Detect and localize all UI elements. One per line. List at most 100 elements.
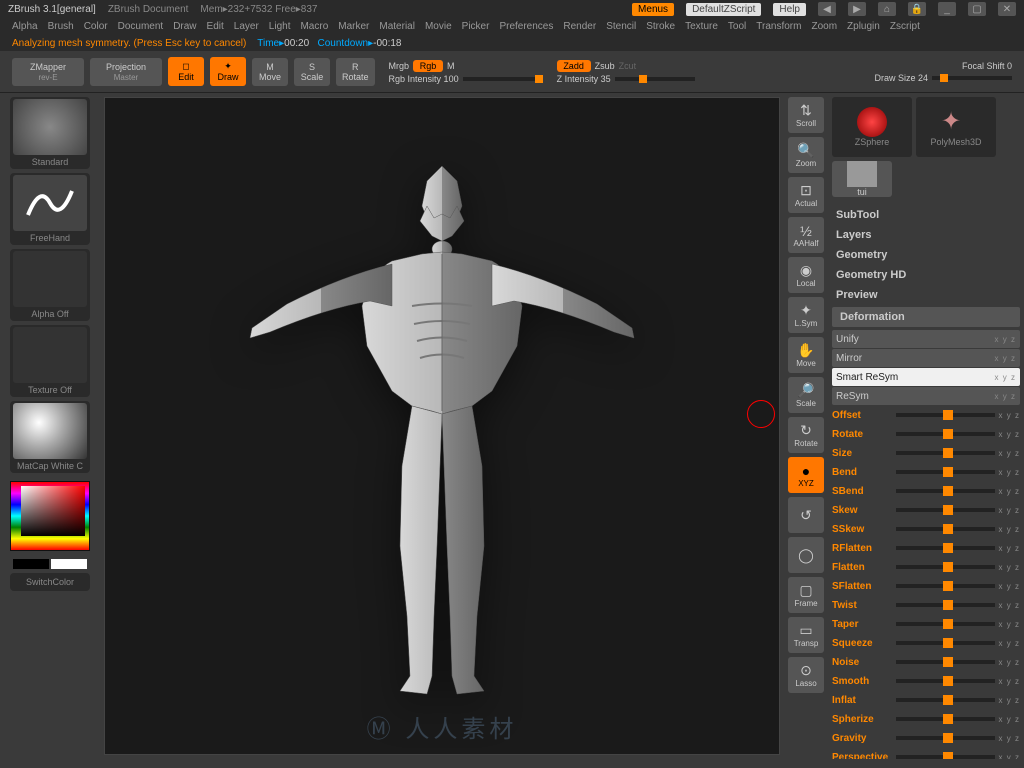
section-preview[interactable]: Preview: [828, 285, 1024, 305]
def-slider-flatten[interactable]: Flattenx y z: [832, 558, 1020, 576]
menu-transform[interactable]: Transform: [756, 21, 801, 32]
viewport-xyz-button[interactable]: ●XYZ: [788, 457, 824, 493]
def-mirror[interactable]: Mirrorx y z: [832, 349, 1020, 367]
menu-preferences[interactable]: Preferences: [499, 21, 553, 32]
section-geometry[interactable]: Geometry: [828, 245, 1024, 265]
z-intensity-slider[interactable]: [615, 77, 695, 81]
menu-layer[interactable]: Layer: [234, 21, 259, 32]
viewport-scroll-button[interactable]: ⇅Scroll: [788, 97, 824, 133]
def-slider-inflat[interactable]: Inflatx y z: [832, 691, 1020, 709]
menu-draw[interactable]: Draw: [173, 21, 196, 32]
section-deformation[interactable]: Deformation: [832, 307, 1020, 327]
def-slider-squeeze[interactable]: Squeezex y z: [832, 634, 1020, 652]
color-picker[interactable]: [10, 481, 90, 551]
menu-texture[interactable]: Texture: [685, 21, 718, 32]
menus-button[interactable]: Menus: [632, 3, 674, 16]
prev-layout-icon[interactable]: ◀: [818, 2, 836, 16]
def-slider-size[interactable]: Sizex y z: [832, 444, 1020, 462]
def-slider-taper[interactable]: Taperx y z: [832, 615, 1020, 633]
zsub-toggle[interactable]: Zsub: [595, 61, 615, 71]
menu-stencil[interactable]: Stencil: [606, 21, 636, 32]
menu-color[interactable]: Color: [84, 21, 108, 32]
minimize-icon[interactable]: _: [938, 2, 956, 16]
mrgb-toggle[interactable]: Mrgb: [389, 61, 410, 71]
alpha-slot[interactable]: Alpha Off: [10, 249, 90, 321]
menu-brush[interactable]: Brush: [48, 21, 74, 32]
maximize-icon[interactable]: ▢: [968, 2, 986, 16]
move-button[interactable]: MMove: [252, 58, 288, 86]
zadd-toggle[interactable]: Zadd: [557, 60, 591, 72]
draw-button[interactable]: ✦Draw: [210, 57, 246, 86]
menu-zoom[interactable]: Zoom: [811, 21, 837, 32]
projection-master-button[interactable]: ProjectionMaster: [90, 58, 162, 86]
viewport-lasso-button[interactable]: ⊙Lasso: [788, 657, 824, 693]
viewport-move-button[interactable]: ✋Move: [788, 337, 824, 373]
viewport[interactable]: Ⓜ 人人素材: [104, 97, 780, 755]
menu-render[interactable]: Render: [563, 21, 596, 32]
rgb-toggle[interactable]: Rgb: [413, 60, 443, 72]
lock-icon[interactable]: 🔒: [908, 2, 926, 16]
draw-size-slider[interactable]: [932, 76, 1012, 80]
def-slider-offset[interactable]: Offsetx y z: [832, 406, 1020, 424]
next-layout-icon[interactable]: ▶: [848, 2, 866, 16]
help-button[interactable]: Help: [773, 3, 806, 16]
section-layers[interactable]: Layers: [828, 225, 1024, 245]
menu-macro[interactable]: Macro: [300, 21, 328, 32]
def-slider-perspective[interactable]: Perspectivex y z: [832, 748, 1020, 759]
def-slider-sskew[interactable]: SSkewx y z: [832, 520, 1020, 538]
viewport-rotate-button[interactable]: ↻Rotate: [788, 417, 824, 453]
def-slider-noise[interactable]: Noisex y z: [832, 653, 1020, 671]
zcut-toggle[interactable]: Zcut: [619, 61, 637, 71]
viewport-btn11-button[interactable]: ◯: [788, 537, 824, 573]
viewport-actual-button[interactable]: ⊡Actual: [788, 177, 824, 213]
section-subtool[interactable]: SubTool: [828, 205, 1024, 225]
def-unify[interactable]: Unifyx y z: [832, 330, 1020, 348]
def-slider-sbend[interactable]: SBendx y z: [832, 482, 1020, 500]
def-slider-rotate[interactable]: Rotatex y z: [832, 425, 1020, 443]
menu-stroke[interactable]: Stroke: [646, 21, 675, 32]
m-toggle[interactable]: M: [447, 61, 455, 71]
def-smartresym[interactable]: Smart ReSymx y z: [832, 368, 1020, 386]
zmapper-button[interactable]: ZMapperrev-E: [12, 58, 84, 86]
texture-slot[interactable]: Texture Off: [10, 325, 90, 397]
viewport-scale-button[interactable]: 🔎Scale: [788, 377, 824, 413]
rgb-intensity-slider[interactable]: [463, 77, 543, 81]
menu-tool[interactable]: Tool: [728, 21, 746, 32]
def-slider-rflatten[interactable]: RFlattenx y z: [832, 539, 1020, 557]
color-swatches[interactable]: [10, 559, 90, 569]
viewport-local-button[interactable]: ◉Local: [788, 257, 824, 293]
zscript-button[interactable]: DefaultZScript: [686, 3, 761, 16]
home-icon[interactable]: ⌂: [878, 2, 896, 16]
def-slider-smooth[interactable]: Smoothx y z: [832, 672, 1020, 690]
menu-picker[interactable]: Picker: [462, 21, 490, 32]
menu-material[interactable]: Material: [379, 21, 415, 32]
zsphere-tool[interactable]: ZSphere: [832, 97, 912, 157]
menu-alpha[interactable]: Alpha: [12, 21, 38, 32]
def-slider-spherize[interactable]: Spherizex y z: [832, 710, 1020, 728]
def-slider-skew[interactable]: Skewx y z: [832, 501, 1020, 519]
menu-light[interactable]: Light: [269, 21, 291, 32]
def-slider-bend[interactable]: Bendx y z: [832, 463, 1020, 481]
viewport-frame-button[interactable]: ▢Frame: [788, 577, 824, 613]
viewport-aahalf-button[interactable]: ½AAHalf: [788, 217, 824, 253]
edit-button[interactable]: ◻Edit: [168, 57, 204, 86]
menu-movie[interactable]: Movie: [425, 21, 452, 32]
menu-edit[interactable]: Edit: [207, 21, 224, 32]
menu-marker[interactable]: Marker: [338, 21, 369, 32]
close-icon[interactable]: ✕: [998, 2, 1016, 16]
active-tool[interactable]: tui: [832, 161, 892, 197]
rotate-button[interactable]: RRotate: [336, 58, 375, 86]
viewport-btn10-button[interactable]: ↺: [788, 497, 824, 533]
def-slider-twist[interactable]: Twistx y z: [832, 596, 1020, 614]
stroke-slot[interactable]: FreeHand: [10, 173, 90, 245]
polymesh-tool[interactable]: ✦PolyMesh3D: [916, 97, 996, 157]
switch-color-button[interactable]: SwitchColor: [10, 573, 90, 591]
def-slider-sflatten[interactable]: SFlattenx y z: [832, 577, 1020, 595]
brush-slot[interactable]: Standard: [10, 97, 90, 169]
def-resym[interactable]: ReSymx y z: [832, 387, 1020, 405]
material-slot[interactable]: MatCap White C: [10, 401, 90, 473]
menu-document[interactable]: Document: [118, 21, 164, 32]
section-geometryhd[interactable]: Geometry HD: [828, 265, 1024, 285]
viewport-zoom-button[interactable]: 🔍Zoom: [788, 137, 824, 173]
viewport-l.sym-button[interactable]: ✦L.Sym: [788, 297, 824, 333]
